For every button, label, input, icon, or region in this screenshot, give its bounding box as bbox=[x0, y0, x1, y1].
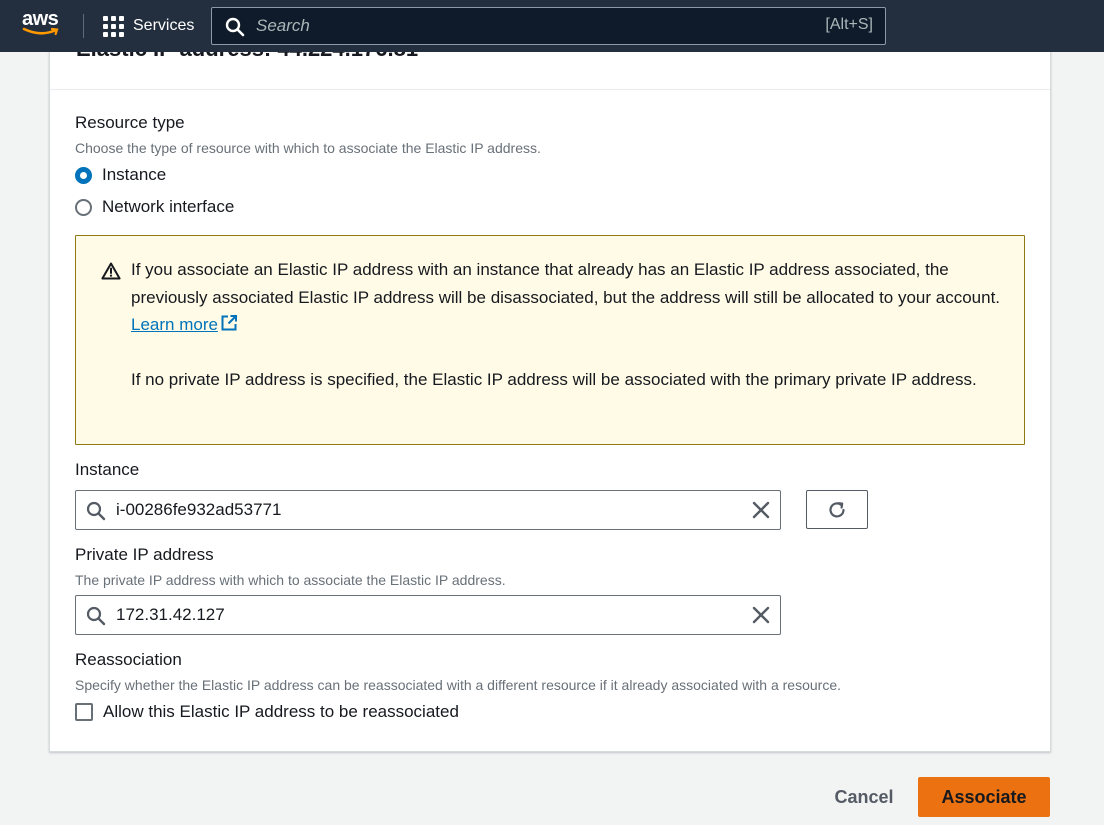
nav-divider bbox=[83, 14, 84, 38]
reassociation-checkbox-label: Allow this Elastic IP address to be reas… bbox=[103, 702, 459, 721]
clear-instance-icon[interactable] bbox=[751, 500, 771, 520]
alert-paragraph-1: If you associate an Elastic IP address w… bbox=[131, 256, 1001, 339]
search-shortcut-hint: [Alt+S] bbox=[825, 16, 873, 33]
services-menu-button[interactable]: Services bbox=[103, 15, 194, 37]
reassociation-checkbox-row[interactable]: Allow this Elastic IP address to be reas… bbox=[75, 702, 459, 722]
refresh-instances-button[interactable] bbox=[806, 490, 868, 529]
reassociation-description: Specify whether the Elastic IP address c… bbox=[75, 677, 841, 693]
private-ip-description: The private IP address with which to ass… bbox=[75, 572, 506, 588]
external-link-icon[interactable] bbox=[220, 314, 238, 332]
warning-icon bbox=[101, 262, 121, 280]
resource-type-description: Choose the type of resource with which t… bbox=[75, 140, 541, 156]
top-navigation: aws Services [Alt+S] bbox=[0, 0, 1104, 52]
radio-network-interface[interactable]: Network interface bbox=[75, 197, 234, 217]
private-ip-value: 172.31.42.127 bbox=[116, 605, 225, 624]
instance-value: i-00286fe932ad53771 bbox=[116, 500, 282, 519]
associate-button[interactable]: Associate bbox=[918, 777, 1050, 817]
search-icon bbox=[225, 17, 245, 37]
resource-type-label: Resource type bbox=[75, 113, 185, 132]
private-ip-label: Private IP address bbox=[75, 545, 214, 564]
radio-button-checked[interactable] bbox=[75, 166, 92, 184]
aws-smile-icon bbox=[22, 27, 59, 36]
search-icon bbox=[86, 501, 106, 521]
cancel-button[interactable]: Cancel bbox=[822, 780, 906, 814]
instance-label: Instance bbox=[75, 460, 140, 479]
alert-paragraph-2: If no private IP address is specified, t… bbox=[131, 370, 977, 389]
alert-text-1: If you associate an Elastic IP address w… bbox=[131, 260, 1001, 307]
search-input[interactable] bbox=[256, 14, 756, 38]
aws-logo[interactable]: aws bbox=[22, 9, 62, 39]
private-ip-autosuggest[interactable]: 172.31.42.127 bbox=[75, 595, 781, 635]
refresh-icon bbox=[829, 501, 845, 518]
instance-autosuggest[interactable]: i-00286fe932ad53771 bbox=[75, 490, 781, 530]
reassociation-checkbox[interactable] bbox=[75, 703, 93, 721]
services-label: Services bbox=[133, 17, 195, 34]
warning-alert: If you associate an Elastic IP address w… bbox=[75, 235, 1025, 445]
learn-more-link[interactable]: Learn more bbox=[131, 315, 218, 334]
search-icon bbox=[86, 606, 106, 626]
reassociation-label: Reassociation bbox=[75, 650, 182, 669]
services-grid-icon bbox=[103, 15, 124, 37]
radio-instance[interactable]: Instance bbox=[75, 165, 166, 185]
radio-network-interface-label: Network interface bbox=[102, 197, 235, 216]
radio-button-unchecked[interactable] bbox=[75, 198, 92, 216]
learn-more-text: Learn more bbox=[131, 315, 218, 334]
radio-instance-label: Instance bbox=[102, 165, 167, 184]
clear-private-ip-icon[interactable] bbox=[751, 605, 771, 625]
global-search[interactable]: [Alt+S] bbox=[211, 7, 886, 45]
aws-logo-text: aws bbox=[22, 8, 59, 30]
